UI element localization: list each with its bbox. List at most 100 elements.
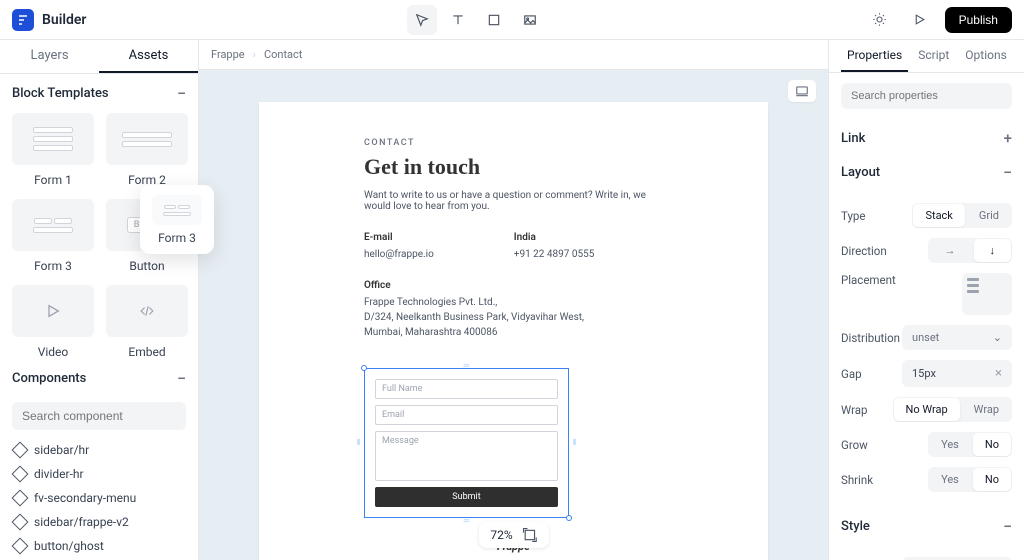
submit-button: Submit — [375, 487, 558, 507]
shrink-no-button[interactable]: No — [973, 468, 1011, 491]
publish-button[interactable]: Publish — [945, 7, 1012, 33]
grow-yes-button[interactable]: Yes — [929, 433, 971, 456]
template-label: Embed — [128, 345, 165, 359]
template-label: Form 1 — [34, 173, 72, 187]
layout-panel-title: Layout — [841, 165, 880, 180]
email-value: hello@frappe.io — [364, 247, 434, 262]
brand-name: Builder — [42, 12, 86, 28]
component-icon — [12, 466, 29, 483]
collapse-layout-icon[interactable]: − — [1003, 163, 1012, 182]
wrap-label: Wrap — [841, 403, 867, 417]
component-icon — [12, 490, 29, 507]
tab-properties[interactable]: Properties — [841, 40, 908, 72]
cursor-tool[interactable] — [407, 5, 437, 35]
tab-options[interactable]: Options — [959, 40, 1013, 72]
wrap-wrap-button[interactable]: Wrap — [962, 398, 1011, 421]
office-heading: Office — [364, 280, 663, 291]
clear-gap-icon[interactable]: × — [995, 366, 1002, 381]
properties-search-input[interactable] — [841, 83, 1012, 109]
distribution-select[interactable]: unset⌄ — [902, 325, 1012, 350]
template-form-1[interactable]: Form 1 — [12, 113, 94, 187]
style-panel-title: Style — [841, 519, 870, 534]
component-icon — [12, 442, 29, 459]
selected-form-element[interactable]: ⫴ ⫴ ═ ═ Full Name Email Message Submit — [364, 368, 569, 518]
address-line: Frappe Technologies Pvt. Ltd., — [364, 295, 663, 310]
template-form-2[interactable]: Form 2 — [106, 113, 188, 187]
component-search-input[interactable] — [12, 402, 186, 430]
field-email: Email — [375, 405, 558, 425]
type-stack-button[interactable]: Stack — [913, 204, 964, 227]
template-label: Button — [129, 259, 164, 273]
theme-toggle-icon[interactable] — [865, 5, 895, 35]
direction-label: Direction — [841, 244, 887, 258]
type-grid-button[interactable]: Grid — [967, 204, 1011, 227]
component-item[interactable]: divider-hr — [12, 462, 186, 486]
component-item[interactable]: sidebar/frappe-v2 — [12, 510, 186, 534]
india-value: +91 22 4897 0555 — [514, 247, 595, 262]
link-panel-title: Link — [841, 131, 865, 146]
wrap-nowrap-button[interactable]: No Wrap — [894, 398, 960, 421]
container-tool[interactable] — [479, 5, 509, 35]
grow-label: Grow — [841, 438, 868, 452]
app-logo — [12, 9, 34, 31]
tab-assets[interactable]: Assets — [99, 40, 198, 73]
collapse-style-icon[interactable]: − — [1003, 517, 1012, 536]
page-title: Get in touch — [364, 154, 663, 180]
direction-v-button[interactable]: ↓ — [974, 239, 1012, 262]
template-video[interactable]: Video — [12, 285, 94, 359]
page-kicker: CONTACT — [364, 138, 663, 148]
fit-view-icon[interactable] — [523, 528, 537, 542]
grow-no-button[interactable]: No — [973, 433, 1011, 456]
add-link-icon[interactable]: + — [1004, 129, 1012, 147]
india-heading: India — [514, 232, 595, 243]
image-tool[interactable] — [515, 5, 545, 35]
component-item[interactable]: button/ghost — [12, 534, 186, 558]
canvas-page[interactable]: CONTACT Get in touch Want to write to us… — [259, 102, 768, 560]
email-heading: E-mail — [364, 232, 434, 243]
template-label: Form 3 — [34, 259, 72, 273]
collapse-components-icon[interactable]: − — [177, 369, 186, 388]
components-heading: Components — [12, 371, 86, 386]
device-indicator-icon[interactable] — [788, 80, 816, 102]
tab-script[interactable]: Script — [912, 40, 955, 72]
zoom-level: 72% — [490, 528, 512, 542]
component-item[interactable]: sidebar/hr — [12, 438, 186, 462]
field-fullname: Full Name — [375, 379, 558, 399]
field-message: Message — [375, 431, 558, 481]
gap-input[interactable]: 15px× — [902, 360, 1012, 387]
page-subtitle: Want to write to us or have a question o… — [364, 190, 663, 212]
template-embed[interactable]: Embed — [106, 285, 188, 359]
address-line: D/324, Neelkanth Business Park, Vidyavih… — [364, 310, 663, 325]
collapse-templates-icon[interactable]: − — [177, 84, 186, 103]
template-label: Form 2 — [128, 173, 166, 187]
preview-icon[interactable] — [905, 5, 935, 35]
placement-picker[interactable] — [962, 273, 1012, 315]
chevron-down-icon: ⌄ — [993, 331, 1002, 344]
block-templates-heading: Block Templates — [12, 86, 109, 101]
resize-side-handle[interactable]: ═ — [464, 516, 470, 525]
component-item[interactable]: fv-secondary-menu — [12, 486, 186, 510]
resize-side-handle[interactable]: ═ — [464, 361, 470, 370]
resize-side-handle[interactable]: ⫴ — [357, 438, 360, 448]
direction-h-button[interactable]: → — [929, 239, 972, 262]
distribution-label: Distribution — [841, 331, 900, 345]
template-button[interactable]: Button Button — [106, 199, 188, 273]
resize-handle-icon[interactable] — [566, 515, 572, 521]
breadcrumb: Frappe › Contact — [199, 40, 828, 70]
crumb-root[interactable]: Frappe — [211, 48, 245, 61]
zoom-controls[interactable]: 72% — [478, 522, 548, 548]
gap-label: Gap — [841, 367, 862, 381]
text-tool[interactable] — [443, 5, 473, 35]
tab-layers[interactable]: Layers — [0, 40, 99, 73]
shrink-yes-button[interactable]: Yes — [929, 468, 971, 491]
resize-handle-icon[interactable] — [361, 365, 367, 371]
type-label: Type — [841, 209, 865, 223]
shrink-label: Shrink — [841, 473, 873, 487]
placement-label: Placement — [841, 273, 896, 287]
template-form-3[interactable]: Form 3 — [12, 199, 94, 273]
address-line: Mumbai, Maharashtra 400086 — [364, 325, 663, 340]
component-icon — [12, 538, 29, 555]
resize-side-handle[interactable]: ⫴ — [573, 438, 576, 448]
template-label: Video — [38, 345, 69, 359]
crumb-current[interactable]: Contact — [264, 48, 302, 61]
